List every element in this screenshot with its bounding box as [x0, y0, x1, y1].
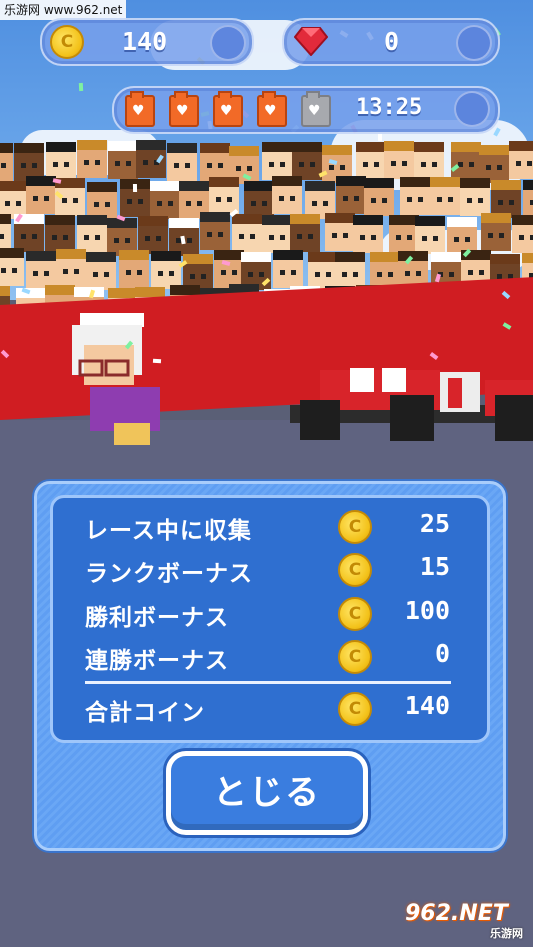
fuel-can-icon: ♥	[125, 91, 155, 127]
crowd-spectator	[76, 140, 107, 179]
watermark-bottom: 962.NET 乐游网	[405, 901, 527, 941]
crowd-spectator	[355, 142, 386, 181]
crowd-spectator	[85, 252, 116, 291]
race-kart	[290, 368, 533, 441]
crowd-spectator	[25, 251, 56, 290]
crowd-spectator	[262, 141, 293, 180]
total-amount: 140	[404, 691, 450, 720]
fuel-can-icon: ♥	[169, 91, 199, 127]
result-amount: 100	[404, 596, 450, 625]
total-divider	[85, 681, 451, 684]
crowd-spectator	[56, 249, 87, 288]
crowd-spectator	[508, 141, 533, 180]
coin-icon: C	[338, 640, 372, 674]
watermark-sub: 乐游网	[490, 927, 523, 940]
watermark-brand: 962.NET	[405, 901, 508, 926]
crowd-spectator	[213, 250, 244, 289]
watermark-top: 乐游网 www.962.net	[0, 0, 127, 20]
fuel-can-icon: ♥	[213, 91, 243, 127]
crowd-spectator	[108, 140, 139, 179]
crowd-spectator	[151, 250, 182, 289]
crowd-spectator	[272, 176, 302, 215]
coin-icon: C	[50, 25, 84, 59]
result-row-streak-bonus: 連勝ボーナス C 0	[85, 637, 455, 677]
crowd-spectator	[512, 215, 533, 254]
add-gems-button[interactable]	[456, 25, 492, 61]
crowd-spectator	[0, 248, 24, 287]
crowd-spectator	[199, 212, 230, 251]
crowd-spectator	[324, 212, 355, 251]
coin-icon: C	[338, 692, 372, 726]
result-row-win-bonus: 勝利ボーナス C 100	[85, 594, 455, 634]
crowd-spectator	[45, 142, 76, 181]
crowd-spectator	[480, 213, 511, 252]
coin-icon: C	[338, 597, 372, 631]
crowd-spectator	[137, 216, 168, 255]
confetti-piece	[132, 183, 138, 193]
confetti-piece	[152, 358, 162, 364]
add-coins-button[interactable]	[210, 25, 246, 61]
crowd-spectator	[262, 214, 292, 253]
crowd-spectator	[364, 178, 395, 217]
crowd-spectator	[45, 214, 76, 253]
crowd-spectator	[335, 176, 366, 215]
gem-icon	[294, 27, 328, 56]
crowd-spectator	[429, 176, 460, 215]
crowd-spectator	[149, 181, 180, 220]
crowd-spectator	[76, 214, 107, 253]
grandma-character	[72, 313, 160, 445]
coin-icon: C	[338, 510, 372, 544]
result-row-total: 合計コイン C 140	[85, 689, 455, 729]
fuel-can-empty-icon: ♥	[301, 91, 331, 127]
result-amount: 15	[419, 552, 450, 581]
gem-counter: 0	[282, 18, 500, 66]
crowd-spectator	[334, 251, 365, 290]
result-label: 勝利ボーナス	[85, 605, 229, 631]
result-amount: 0	[434, 639, 450, 668]
close-button[interactable]: とじる	[166, 751, 368, 835]
result-label: 連勝ボーナス	[85, 648, 229, 674]
crowd-spectator	[414, 142, 445, 181]
result-label: ランクボーナス	[85, 561, 253, 587]
coin-count: 140	[122, 27, 168, 56]
crowd-spectator	[399, 176, 430, 215]
result-amount: 25	[419, 509, 450, 538]
result-row-collected: レース中に収集 C 25	[85, 507, 455, 547]
fuel-can-icon: ♥	[257, 91, 287, 127]
crowd-spectator	[307, 251, 338, 290]
crowd-spectator	[166, 142, 197, 181]
result-row-rank-bonus: ランクボーナス C 15	[85, 550, 455, 590]
gem-count: 0	[384, 27, 400, 56]
total-label: 合計コイン	[85, 700, 205, 726]
crowd-spectator	[415, 215, 446, 254]
add-fuel-button[interactable]	[454, 91, 490, 127]
crowd-spectator	[450, 141, 481, 180]
crowd-spectator	[292, 142, 323, 181]
coin-counter: C 140	[40, 18, 254, 66]
coin-icon: C	[338, 553, 372, 587]
crowd-spectator	[353, 215, 384, 254]
confetti-piece	[377, 132, 383, 142]
crowd-spectator	[119, 249, 150, 288]
crowd-spectator	[478, 145, 509, 184]
crowd-spectator	[0, 143, 13, 182]
fuel-timer: 13:25	[356, 95, 423, 120]
confetti-piece	[78, 82, 84, 92]
crowd-spectator	[459, 178, 490, 217]
crowd-spectator	[272, 250, 303, 289]
result-label: レース中に収集	[85, 518, 252, 544]
crowd-spectator	[231, 214, 262, 253]
crowd-spectator	[290, 214, 321, 253]
crowd-spectator	[383, 141, 414, 180]
crowd-spectator	[523, 179, 533, 218]
crowd-spectator	[199, 143, 230, 182]
crowd-spectator	[0, 213, 12, 252]
